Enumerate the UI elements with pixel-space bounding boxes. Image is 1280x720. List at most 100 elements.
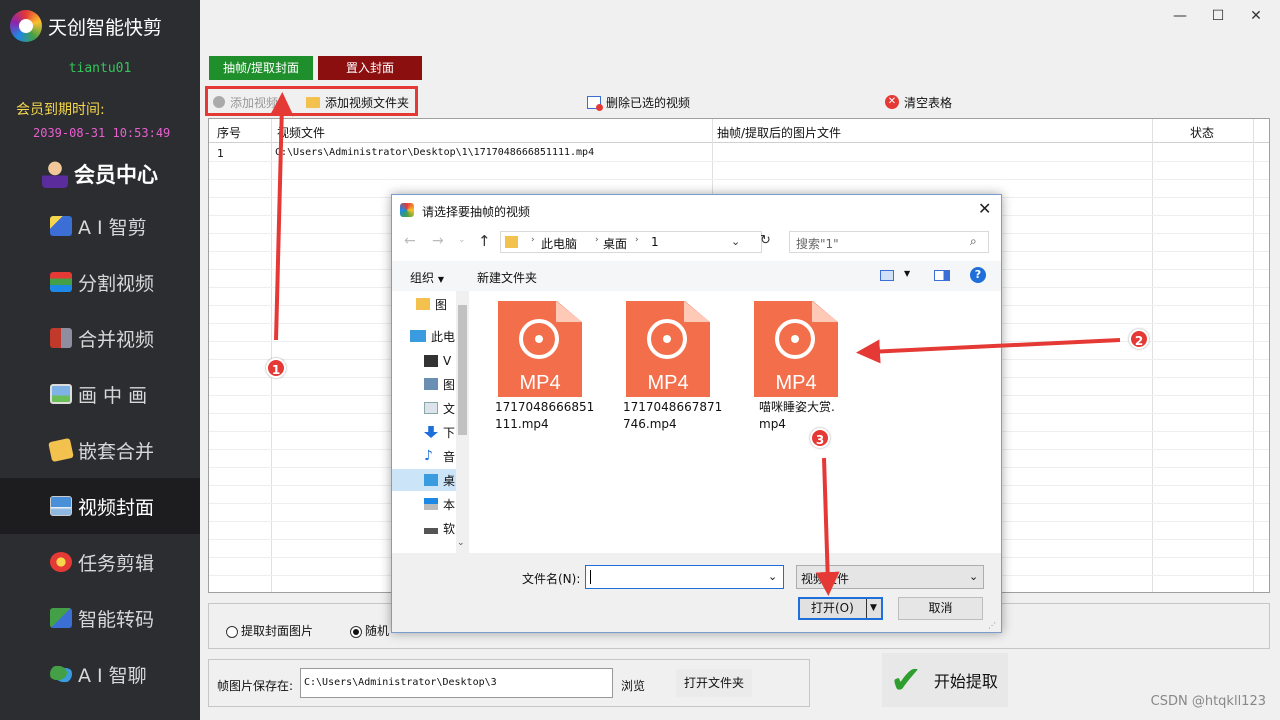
start-extract-label: 开始提取 — [933, 672, 998, 691]
nav-label: 嵌套合并 — [78, 440, 155, 463]
merge-video-icon — [50, 328, 72, 348]
nav-nested-merge[interactable]: 嵌套合并 — [0, 422, 200, 478]
tree-item-selected[interactable]: 桌 — [392, 469, 456, 491]
delete-selected-label: 删除已选的视频 — [606, 95, 691, 110]
row-line — [209, 161, 1269, 162]
option-extract-cover[interactable]: 提取封面图片 — [226, 622, 313, 639]
cancel-button[interactable]: 取消 — [898, 597, 983, 620]
local-disk-icon — [424, 498, 438, 510]
member-center-label: 会员中心 — [74, 162, 158, 187]
minimize-button[interactable]: — — [1168, 6, 1192, 26]
organize-menu[interactable]: 组织 ▼ — [410, 269, 444, 286]
nested-merge-icon — [48, 437, 74, 463]
view-caret-icon[interactable]: ▼ — [904, 269, 910, 278]
breadcrumb-folder-1[interactable]: 1 — [651, 235, 659, 249]
app-logo-icon — [10, 10, 42, 42]
browse-button[interactable]: 浏览 — [621, 677, 645, 694]
highlight-box — [205, 86, 418, 116]
pictures-folder-icon — [424, 378, 438, 390]
clear-table-button[interactable]: ✕ 清空表格 — [880, 91, 957, 113]
file-open-dialog[interactable]: 请选择要抽帧的视频 ✕ ← → ⌄ ↑ › 此电脑 › 桌面 › 1 ⌄ ↻ 搜… — [391, 194, 1002, 633]
maximize-button[interactable]: ☐ — [1206, 6, 1230, 26]
member-center-button[interactable]: 会员中心 — [42, 157, 158, 191]
tree-scroll-thumb[interactable] — [458, 305, 467, 435]
forward-arrow-icon[interactable]: → — [432, 233, 444, 249]
tree-label: 音 — [443, 449, 456, 464]
address-dropdown-icon[interactable]: ⌄ — [731, 235, 740, 248]
nav-label: A I 智聊 — [78, 664, 147, 687]
preview-pane-icon[interactable] — [934, 270, 950, 281]
delete-icon — [587, 95, 603, 111]
member-avatar-icon — [42, 160, 68, 188]
nav-ai-edit[interactable]: A I 智剪 — [0, 198, 200, 254]
filename-label: 文件名(N): — [522, 572, 581, 586]
nav-ai-chat[interactable]: A I 智聊 — [0, 646, 200, 702]
new-folder-button[interactable]: 新建文件夹 — [477, 269, 537, 286]
tree-label: 桌 — [443, 473, 456, 488]
username: tiantu01 — [68, 61, 132, 76]
nav-video-cover[interactable]: 视频封面 — [0, 478, 200, 534]
help-icon[interactable]: ? — [970, 267, 986, 283]
open-dropdown-icon[interactable]: ▼ — [866, 599, 877, 618]
dialog-title: 请选择要抽帧的视频 — [422, 205, 531, 219]
save-path-input[interactable]: C:\Users\Administrator\Desktop\3 — [300, 668, 613, 698]
refresh-icon[interactable]: ↻ — [760, 233, 771, 248]
address-bar[interactable]: › 此电脑 › 桌面 › 1 ⌄ — [500, 231, 762, 253]
close-window-button[interactable]: ✕ — [1244, 6, 1268, 26]
delete-selected-button[interactable]: 删除已选的视频 — [582, 91, 695, 113]
chevron-down-icon[interactable]: ⌄ — [768, 570, 777, 583]
tree-label: V — [443, 354, 452, 368]
dialog-command-bar: 组织 ▼ 新建文件夹 ▼ ? — [392, 261, 1001, 291]
nav-label: 合并视频 — [78, 328, 155, 351]
nav-label: 视频封面 — [78, 496, 155, 519]
tree-label: 图 — [443, 377, 456, 392]
dialog-close-icon[interactable]: ✕ — [978, 199, 991, 218]
mp4-badge: MP4 — [519, 372, 561, 394]
transcode-icon — [50, 608, 72, 628]
search-box[interactable]: 搜索"1" ⌕ — [789, 231, 989, 253]
tree-label: 此电 — [431, 329, 456, 344]
scroll-down-icon[interactable]: ⌄ — [457, 538, 465, 548]
view-mode-icon[interactable] — [880, 270, 894, 281]
tree-item[interactable]: 此电 — [410, 325, 460, 347]
resize-grip-icon[interactable]: ⋰ — [988, 621, 996, 630]
col-header-output: 抽帧/提取后的图片文件 — [717, 126, 842, 140]
open-label: 打开(O) — [811, 601, 854, 615]
breadcrumb-sep-icon: › — [635, 235, 639, 245]
back-arrow-icon[interactable]: ← — [404, 233, 416, 249]
nav-transcode[interactable]: 智能转码 — [0, 590, 200, 646]
nav-label: A I 智剪 — [78, 216, 147, 239]
file-item[interactable]: MP4 喵咪睡姿大赏.mp4 — [752, 299, 862, 439]
tree-label: 本 — [443, 497, 456, 512]
nav-merge-video[interactable]: 合并视频 — [0, 310, 200, 366]
tab-insert-cover[interactable]: 置入封面 — [318, 56, 422, 80]
radio-selected-icon — [350, 625, 362, 638]
option-random[interactable]: 随机 — [350, 622, 389, 639]
tab-extract-cover[interactable]: 抽帧/提取封面 — [209, 56, 313, 80]
start-extract-button[interactable]: ✔ 开始提取 — [882, 653, 1008, 707]
dialog-app-icon — [400, 203, 414, 217]
file-item[interactable]: MP4 1717048666851111.mp4 — [495, 299, 606, 439]
up-arrow-icon[interactable]: ↑ — [478, 232, 491, 250]
checkmark-icon: ✔ — [890, 658, 922, 702]
nav-picture-in-picture[interactable]: 画 中 画 — [0, 366, 200, 422]
open-button[interactable]: 打开(O) ▼ — [798, 597, 883, 620]
nav-split-video[interactable]: 分割视频 — [0, 254, 200, 310]
video-cover-icon — [50, 496, 72, 516]
file-item[interactable]: MP4 1717048667871746.mp4 — [623, 299, 734, 439]
annotation-badge-1: 1 — [266, 358, 286, 378]
documents-folder-icon — [424, 402, 438, 414]
folder-icon — [416, 298, 430, 310]
breadcrumb-desktop[interactable]: 桌面 — [603, 235, 627, 252]
breadcrumb-this-pc[interactable]: 此电脑 — [541, 235, 577, 252]
recent-chevron-icon[interactable]: ⌄ — [458, 235, 466, 245]
col-header-status: 状态 — [1190, 126, 1215, 140]
open-folder-button[interactable]: 打开文件夹 — [676, 669, 752, 697]
music-folder-icon: ♪ — [424, 448, 433, 464]
chevron-down-icon: ⌄ — [969, 570, 979, 583]
filetype-select[interactable]: 视频文件 ⌄ — [796, 565, 984, 589]
text-cursor — [590, 570, 591, 584]
filename-input[interactable]: ⌄ — [585, 565, 784, 589]
nav-task-edit[interactable]: 任务剪辑 — [0, 534, 200, 590]
search-icon[interactable]: ⌕ — [970, 234, 977, 249]
